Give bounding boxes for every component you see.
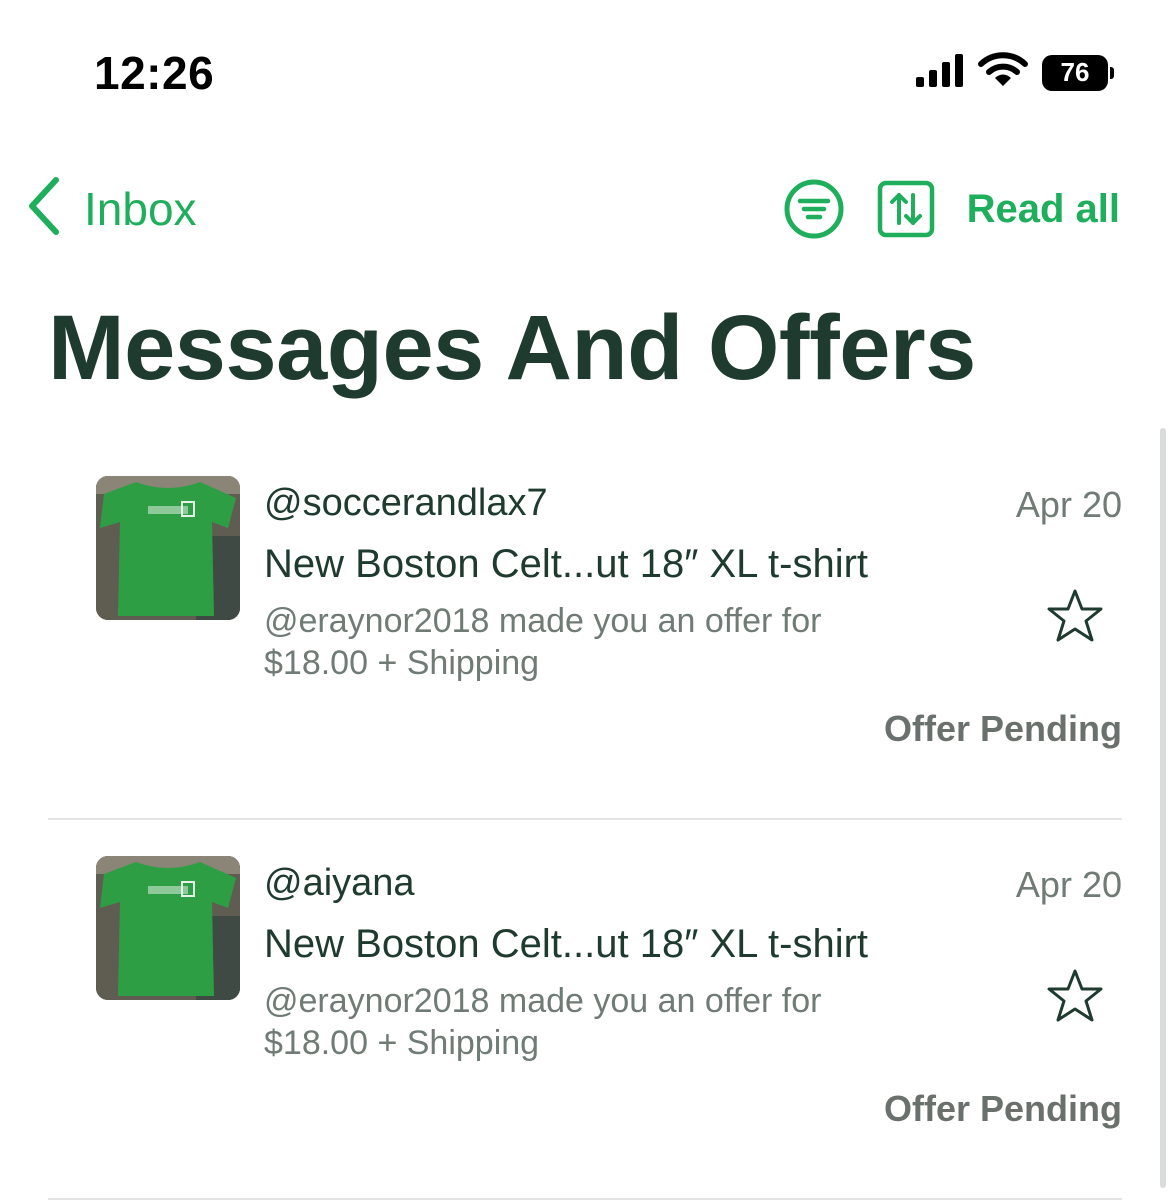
star-icon[interactable] [1046,968,1104,1029]
message-date: Apr 20 [1015,484,1122,525]
scrollbar[interactable] [1160,428,1166,1188]
item-thumbnail [96,476,240,620]
status-icons: 76 [914,52,1114,93]
message-item[interactable]: @soccerandlax7 Apr 20 New Boston Celt...… [48,440,1122,820]
message-item[interactable]: @aiyana Apr 20 New Boston Celt...ut 18″ … [48,820,1122,1200]
filter-icon [784,179,844,239]
item-title: New Boston Celt...ut 18″ XL t-shirt [264,542,869,586]
offer-status: Offer Pending [883,708,1122,749]
nav-actions: Read all [783,178,1120,240]
message-list: @soccerandlax7 Apr 20 New Boston Celt...… [48,440,1122,1200]
item-title: New Boston Celt...ut 18″ XL t-shirt [264,922,869,966]
cellular-signal-icon [914,53,964,92]
star-icon[interactable] [1046,588,1104,649]
message-preview: @eraynor2018 made you an offer for $18.0… [264,602,822,682]
status-time: 12:26 [94,47,215,99]
sender-username: @aiyana [264,862,415,904]
filter-button[interactable] [783,178,845,240]
offer-status: Offer Pending [883,1088,1122,1129]
read-all-button[interactable]: Read all [967,187,1120,232]
battery-level: 76 [1042,54,1108,91]
battery-icon: 76 [1042,54,1114,91]
back-button-label: Inbox [84,182,197,235]
sort-icon [877,180,934,238]
page-title: Messages And Offers [48,297,976,399]
chevron-left-icon [26,176,62,241]
wifi-icon [978,52,1028,93]
message-preview: @eraynor2018 made you an offer for $18.0… [264,982,822,1062]
sort-button[interactable] [877,180,935,238]
item-thumbnail [96,856,240,1000]
back-button[interactable]: Inbox [26,176,197,241]
message-date: Apr 20 [1015,864,1122,905]
sender-username: @soccerandlax7 [264,482,548,524]
